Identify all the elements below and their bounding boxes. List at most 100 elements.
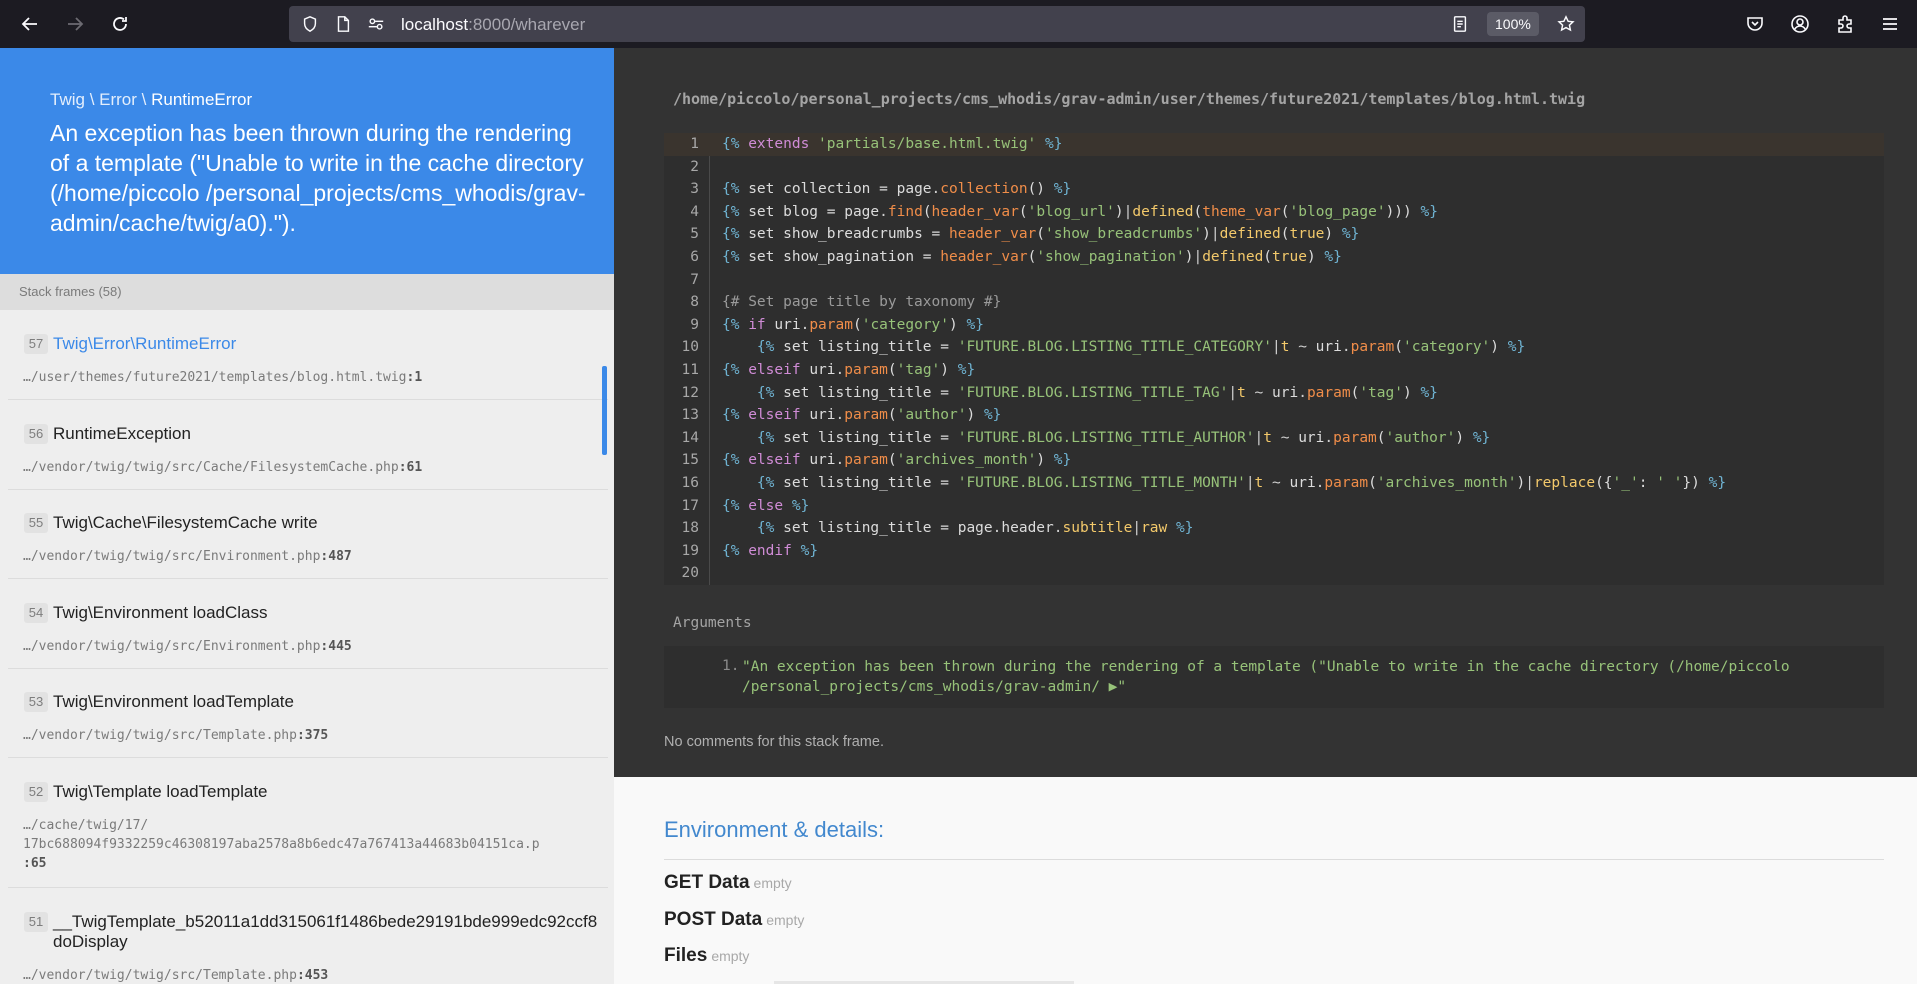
url-host: localhost: [401, 15, 469, 34]
namespace-part: Error: [99, 90, 137, 109]
bookmark-star-icon[interactable]: [1556, 14, 1576, 34]
zoom-level-button[interactable]: 100%: [1487, 12, 1539, 36]
extensions-icon[interactable]: [1830, 9, 1860, 39]
env-section-empty: empty: [711, 948, 750, 964]
account-icon[interactable]: [1785, 9, 1815, 39]
code-line: 13 {% elseif uri.param('author') %}: [664, 404, 1884, 427]
frame-file-path: …/vendor/twig/twig/src/Cache/FilesystemC…: [23, 460, 399, 475]
frame-line: :453: [296, 968, 329, 983]
stack-frame[interactable]: 56 RuntimeException …/vendor/twig/twig/s…: [8, 400, 608, 490]
back-icon[interactable]: [15, 9, 45, 39]
divider: [664, 859, 1884, 860]
stack-frame[interactable]: 51 __TwigTemplate_b52011a1dd315061f1486b…: [8, 888, 608, 984]
pocket-icon[interactable]: [1740, 9, 1770, 39]
code-line: 5 {% set show_breadcrumbs = header_var('s…: [664, 223, 1884, 246]
frame-file: …/vendor/twig/twig/src/Cache/FilesystemC…: [23, 458, 422, 477]
menu-icon[interactable]: [1875, 9, 1905, 39]
reader-view-icon[interactable]: [1450, 14, 1470, 34]
line-number: 5: [690, 226, 699, 243]
permissions-icon[interactable]: [366, 14, 386, 34]
stack-frame[interactable]: 54 Twig\Environment loadClass …/vendor/t…: [8, 579, 608, 669]
line-number: 3: [690, 181, 699, 198]
code-line: 11 {% elseif uri.param('tag') %}: [664, 359, 1884, 382]
frame-file: …/vendor/twig/twig/src/Template.php:453: [23, 966, 328, 984]
argument-value[interactable]: "An exception has been thrown during the…: [742, 657, 1862, 697]
code-line: 6 {% set show_pagination = header_var('sh…: [664, 246, 1884, 269]
frame-number: 54: [24, 603, 48, 623]
code-snippet: 1 {% extends 'partials/base.html.twig' %}…: [664, 133, 1884, 585]
line-number: 12: [681, 384, 699, 401]
code-line: 12 {% set listing_title = 'FUTURE.BLOG.L…: [664, 382, 1884, 405]
template-file-path[interactable]: /home/piccolo/personal_projects/cms_whod…: [673, 90, 1585, 108]
frame-number: 55: [24, 513, 48, 533]
frame-line: :375: [296, 728, 329, 743]
forward-icon[interactable]: [60, 9, 90, 39]
frame-file: …/user/themes/future2021/templates/blog.…: [23, 368, 422, 387]
stack-frame[interactable]: 52 Twig\Template loadTemplate …/cache/tw…: [8, 758, 608, 888]
line-number: 11: [681, 362, 699, 378]
stack-frames-header: Stack frames (58): [0, 274, 614, 310]
line-number: 2: [690, 158, 699, 175]
namespace-part: Twig: [50, 90, 85, 109]
code-line: 8 {# Set page title by taxonomy #}: [664, 291, 1884, 314]
frame-number: 51: [24, 912, 48, 932]
arguments-box: 1. "An exception has been thrown during …: [664, 646, 1884, 708]
frame-name: __TwigTemplate_b52011a1dd315061f1486bede…: [53, 912, 598, 931]
stack-frame[interactable]: 57 Twig\Error\RuntimeError …/user/themes…: [8, 310, 608, 400]
env-section-label: GET Data: [664, 872, 750, 893]
frame-number: 57: [24, 334, 48, 354]
url-path: :8000/wharever: [468, 15, 586, 34]
line-number: 9: [690, 316, 699, 333]
page-icon[interactable]: [333, 14, 353, 34]
line-number: 13: [681, 407, 699, 424]
stack-frame[interactable]: 55 Twig\Cache\FilesystemCache write …/ve…: [8, 490, 608, 579]
code-line: 14 {% set listing_title = 'FUTURE.BLOG.L…: [664, 427, 1884, 450]
frame-file-path: …/vendor/twig/twig/src/Environment.php: [23, 549, 321, 564]
url-text[interactable]: localhost:8000/wharever: [401, 15, 585, 35]
frame-number: 52: [24, 782, 48, 802]
line-number: 8: [690, 294, 699, 311]
frame-file-path: …/cache/twig/17/: [23, 818, 149, 833]
left-pane: Twig \ Error \ RuntimeError An exception…: [0, 48, 614, 984]
reload-icon[interactable]: [105, 9, 135, 39]
shield-icon[interactable]: [300, 14, 320, 34]
line-number: 7: [690, 271, 699, 288]
frame-file: …/vendor/twig/twig/src/Environment.php:4…: [23, 637, 352, 656]
env-section-files: Files empty: [664, 945, 749, 967]
frame-number: 53: [24, 692, 48, 712]
exception-message: An exception has been thrown during the …: [50, 120, 586, 236]
env-section-label: POST Data: [664, 909, 763, 930]
address-bar[interactable]: localhost:8000/wharever 100%: [289, 6, 1585, 42]
arguments-label: Arguments: [673, 615, 752, 631]
code-line: 9 {% if uri.param('category') %}: [664, 314, 1884, 337]
code-line: 16 {% set listing_title = 'FUTURE.BLOG.L…: [664, 472, 1884, 495]
active-frame-indicator: [602, 366, 607, 455]
code-line: 15 {% elseif uri.param('archives_month') …: [664, 449, 1884, 472]
line-number: 17: [681, 497, 699, 514]
code-line: 20: [664, 562, 1884, 585]
browser-toolbar: localhost:8000/wharever 100%: [0, 0, 1917, 48]
env-section-get-data: GET Data empty: [664, 872, 792, 894]
frame-line: :487: [320, 549, 352, 564]
environment-panel: Environment & details: GET Data empty POS…: [614, 777, 1917, 984]
argument-index: 1.: [722, 658, 740, 674]
frame-file-path: …/vendor/twig/twig/src/Template.php: [23, 728, 297, 743]
code-line: 10 {% set listing_title = 'FUTURE.BLOG.L…: [664, 336, 1884, 359]
frame-name: Twig\Cache\FilesystemCache write: [53, 513, 318, 532]
env-section-post-data: POST Data empty: [664, 909, 804, 931]
no-comments-text: No comments for this stack frame.: [664, 734, 884, 750]
line-number: 1: [690, 136, 699, 152]
line-number: 19: [681, 542, 699, 559]
line-number: 6: [690, 249, 699, 265]
frame-name: Twig\Environment loadTemplate: [53, 692, 294, 711]
code-line: 3 {% set collection = page.collection() %…: [664, 178, 1884, 201]
frame-name: Twig\Environment loadClass: [53, 603, 268, 622]
environment-title: Environment & details:: [664, 817, 885, 842]
frame-file: …/vendor/twig/twig/src/Template.php:375: [23, 726, 328, 745]
stack-frames-count: Stack frames (58): [19, 284, 122, 299]
exception-class-name: RuntimeError: [151, 90, 253, 109]
frame-line: :61: [398, 460, 423, 475]
argument-value-line: "An exception has been thrown during the…: [742, 659, 1790, 675]
frame-file-path: …/vendor/twig/twig/src/Environment.php: [23, 639, 321, 654]
stack-frame[interactable]: 53 Twig\Environment loadTemplate …/vendo…: [8, 669, 608, 758]
